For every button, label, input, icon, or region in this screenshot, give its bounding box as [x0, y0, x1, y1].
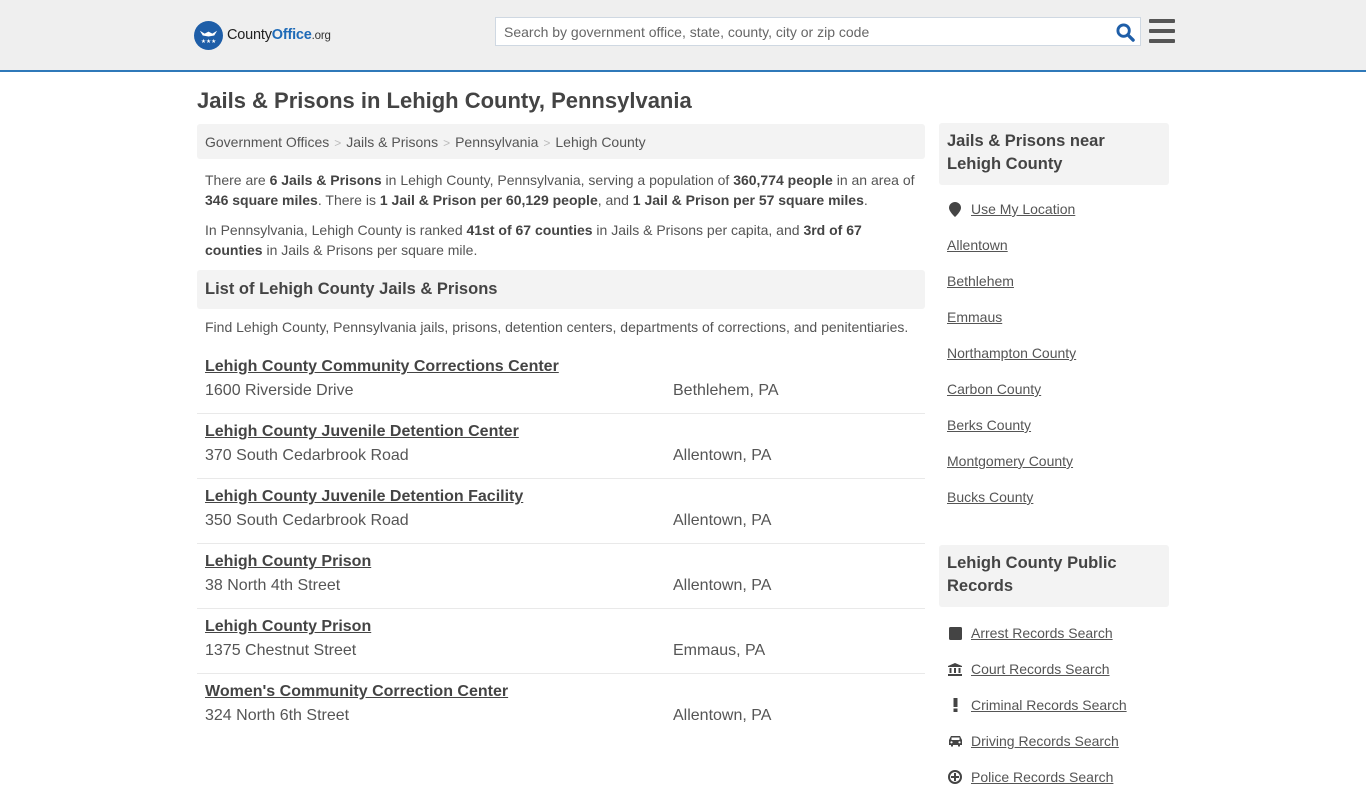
site-logo[interactable]: ★★★ CountyOffice.org [194, 20, 331, 50]
facility-city: Emmaus, PA [673, 642, 766, 659]
list-section-heading: List of Lehigh County Jails & Prisons [197, 270, 925, 309]
nearby-list-item: Carbon County [947, 381, 1169, 417]
main-content: Government Offices > Jails & Prisons > Penns… [197, 124, 925, 739]
hamburger-menu-icon-bar [1149, 29, 1175, 33]
breadcrumb-pennsylvania[interactable]: Pennsylvania [455, 134, 538, 150]
nearby-list-item: Allentown [947, 237, 1169, 273]
nearby-link-bethlehem[interactable]: Bethlehem [947, 273, 1014, 289]
nearby-link-carbon-county[interactable]: Carbon County [947, 381, 1041, 397]
breadcrumb: Government Offices > Jails & Prisons > Penns… [197, 124, 925, 159]
intro-text: There are 6 Jails & Prisons in Lehigh Co… [197, 159, 925, 260]
criminal-records-link[interactable]: Criminal Records Search [971, 697, 1127, 713]
square-icon [947, 625, 963, 641]
use-my-location-item: Use My Location [947, 201, 1169, 237]
nearby-link-northampton-county[interactable]: Northampton County [947, 345, 1076, 361]
nearby-list-item: Berks County [947, 417, 1169, 453]
facility-city: Allentown, PA [673, 512, 772, 529]
facility-city: Bethlehem, PA [673, 382, 779, 399]
facility-list: Lehigh County Community Corrections Cent… [197, 349, 925, 739]
eagle-stars-logo-icon: ★★★ [194, 20, 223, 50]
search-input[interactable] [496, 18, 1106, 45]
hamburger-menu-icon-bar [1149, 39, 1175, 43]
facility-name-link[interactable]: Lehigh County Prison [205, 618, 917, 636]
arrest-records-link[interactable]: Arrest Records Search [971, 625, 1113, 641]
facility-address: 1375 Chestnut Street [205, 642, 357, 659]
facility-name-link[interactable]: Lehigh County Prison [205, 553, 917, 571]
facility-list-item: Lehigh County Juvenile Detention Center … [197, 414, 925, 479]
facility-list-item: Women's Community Correction Center 324 … [197, 674, 925, 739]
breadcrumb-jails-prisons[interactable]: Jails & Prisons [346, 134, 438, 150]
facility-city: Allentown, PA [673, 447, 772, 464]
nearby-list-item: Montgomery County [947, 453, 1169, 489]
list-section-description: Find Lehigh County, Pennsylvania jails, … [205, 319, 909, 335]
nearby-link-montgomery-county[interactable]: Montgomery County [947, 453, 1073, 469]
court-records-link[interactable]: Court Records Search [971, 661, 1110, 677]
nearby-list-item: Northampton County [947, 345, 1169, 381]
car-icon [947, 733, 963, 749]
exclamation-icon [947, 697, 963, 713]
map-pin-icon [947, 201, 963, 217]
records-list-item: Criminal Records Search [947, 697, 1169, 733]
search-icon [1115, 22, 1135, 42]
svg-text:★★★: ★★★ [201, 38, 216, 45]
facility-list-item: Lehigh County Juvenile Detention Facilit… [197, 479, 925, 544]
records-list-item: Arrest Records Search [947, 625, 1169, 661]
nearby-link-bucks-county[interactable]: Bucks County [947, 489, 1033, 505]
intro-paragraph-stats: There are 6 Jails & Prisons in Lehigh Co… [205, 172, 915, 208]
top-header: ★★★ CountyOffice.org [0, 0, 1366, 72]
facility-name-link[interactable]: Women's Community Correction Center [205, 683, 917, 701]
facility-list-item: Lehigh County Community Corrections Cent… [197, 349, 925, 414]
facility-list-item: Lehigh County Prison 38 North 4th Street… [197, 544, 925, 609]
nearby-link-emmaus[interactable]: Emmaus [947, 309, 1002, 325]
facility-address: 38 North 4th Street [205, 577, 341, 594]
nearby-link-allentown[interactable]: Allentown [947, 237, 1008, 253]
courthouse-icon [947, 661, 963, 677]
page-title: Jails & Prisons in Lehigh County, Pennsy… [197, 88, 692, 113]
facility-address: 324 North 6th Street [205, 707, 350, 724]
facility-address: 1600 Riverside Drive [205, 382, 354, 399]
records-list-item: Driving Records Search [947, 733, 1169, 769]
driving-records-link[interactable]: Driving Records Search [971, 733, 1119, 749]
sidebar: Jails & Prisons near Lehigh County Use M… [939, 123, 1169, 805]
breadcrumb-lehigh-county[interactable]: Lehigh County [555, 134, 645, 150]
nearby-list-item: Bucks County [947, 489, 1169, 525]
nearby-link-berks-county[interactable]: Berks County [947, 417, 1031, 433]
logo-wordmark: CountyOffice.org [227, 27, 331, 43]
facility-name-link[interactable]: Lehigh County Juvenile Detention Center [205, 423, 917, 441]
nearby-heading: Jails & Prisons near Lehigh County [939, 123, 1169, 185]
search-button[interactable] [1114, 21, 1136, 43]
breadcrumb-separator: > [443, 136, 451, 150]
facility-address: 350 South Cedarbrook Road [205, 512, 409, 529]
nearby-list: Use My Location Allentown Bethlehem Emma… [939, 185, 1169, 525]
records-list-item: Police Records Search [947, 769, 1169, 805]
hamburger-menu-icon-bar [1149, 19, 1175, 23]
facility-name-link[interactable]: Lehigh County Community Corrections Cent… [205, 358, 917, 376]
facility-address: 370 South Cedarbrook Road [205, 447, 409, 464]
use-my-location-link[interactable]: Use My Location [971, 201, 1075, 217]
search-bar [495, 17, 1141, 46]
nearby-list-item: Bethlehem [947, 273, 1169, 309]
public-records-heading: Lehigh County Public Records [939, 545, 1169, 607]
police-badge-icon [947, 769, 963, 785]
breadcrumb-separator: > [334, 136, 342, 150]
public-records-list: Arrest Records Search Court Records Sear… [939, 607, 1169, 805]
facility-city: Allentown, PA [673, 707, 772, 724]
breadcrumb-separator: > [543, 136, 551, 150]
facility-name-link[interactable]: Lehigh County Juvenile Detention Facilit… [205, 488, 917, 506]
hamburger-menu-button[interactable] [1149, 19, 1175, 43]
facility-list-item: Lehigh County Prison 1375 Chestnut Stree… [197, 609, 925, 674]
nearby-list-item: Emmaus [947, 309, 1169, 345]
police-records-link[interactable]: Police Records Search [971, 769, 1113, 785]
facility-city: Allentown, PA [673, 577, 772, 594]
intro-paragraph-ranking: In Pennsylvania, Lehigh County is ranked… [205, 222, 862, 258]
records-list-item: Court Records Search [947, 661, 1169, 697]
breadcrumb-government-offices[interactable]: Government Offices [205, 134, 329, 150]
